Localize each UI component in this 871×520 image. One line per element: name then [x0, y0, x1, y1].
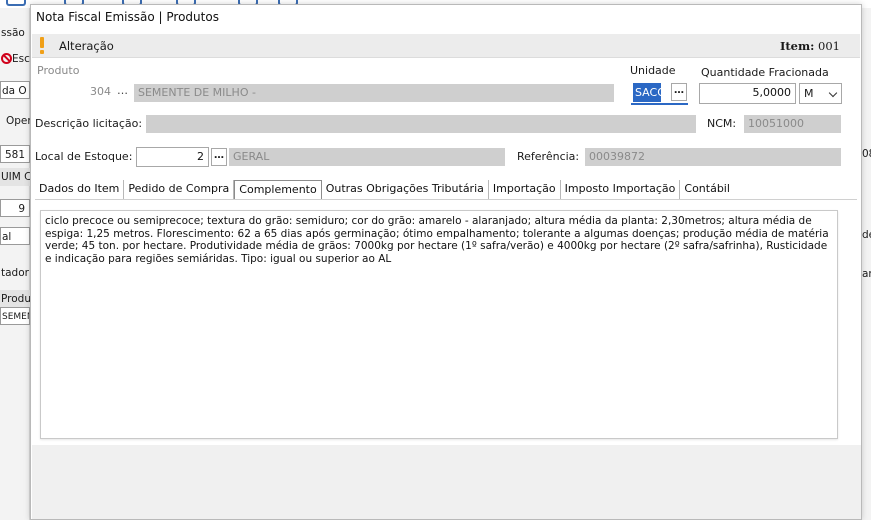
tab-dados-do-item[interactable]: Dados do Item [35, 180, 125, 199]
status-text: Alteração [59, 39, 114, 53]
produto-code: 304 [90, 85, 111, 98]
chevron-down-icon [828, 88, 838, 98]
background-field[interactable]: 9 [0, 199, 30, 217]
unidade-focus-underline [631, 103, 688, 105]
toolbar-icon [6, 0, 26, 6]
unidade-input[interactable]: SACO [633, 83, 666, 102]
background-right-panel [862, 8, 871, 520]
item-indicator: Item: 001 [779, 39, 840, 53]
unidade-lookup-button[interactable]: … [671, 83, 687, 101]
tab-divider [35, 199, 857, 200]
status-bar: Alteração Item: 001 [32, 34, 860, 58]
unidade-label: Unidade [630, 64, 676, 77]
background-field[interactable]: da O [0, 81, 30, 99]
referencia-field: 00039872 [585, 148, 841, 166]
local-estoque-code-input[interactable]: 2 [136, 147, 209, 167]
ncm-field: 10051000 [744, 115, 841, 133]
background-label: 08 [862, 148, 871, 160]
background-label: tador [1, 267, 29, 279]
produto-name-field: SEMENTE DE MILHO - [134, 84, 614, 102]
quantidade-unit-select[interactable]: M [799, 83, 842, 104]
background-label: UIM C [0, 168, 30, 186]
local-estoque-lookup-button[interactable]: … [211, 148, 227, 166]
background-label: Produ [0, 290, 30, 308]
background-field[interactable]: SEMEN [0, 307, 30, 325]
local-estoque-label: Local de Estoque: [35, 150, 133, 163]
dialog-title: Nota Fiscal Emissão | Produtos [36, 10, 219, 24]
tab-bar: Dados do Item Pedido de Compra Complemen… [35, 180, 734, 200]
produto-label: Produto [37, 64, 80, 77]
background-label: ssão [1, 27, 25, 39]
tab-complemento[interactable]: Complemento [234, 180, 322, 200]
descricao-label: Descrição licitação: [35, 117, 143, 130]
background-field[interactable]: al [0, 227, 30, 245]
quantidade-label: Quantidade Fracionada [701, 66, 829, 79]
warning-icon [40, 37, 45, 54]
local-estoque-name-field: GERAL [229, 148, 505, 166]
tab-importacao[interactable]: Importação [489, 180, 561, 199]
descricao-field [146, 115, 696, 133]
referencia-label: Referência: [517, 150, 580, 163]
background-field[interactable]: 581 [0, 145, 30, 163]
produtos-dialog: Nota Fiscal Emissão | Produtos Alteração… [30, 4, 862, 520]
dialog-bottom-area [32, 445, 861, 519]
produto-lookup-button[interactable]: … [117, 84, 128, 97]
ncm-label: NCM: [707, 117, 737, 130]
quantidade-input[interactable]: 5,0000 [699, 83, 796, 104]
complemento-textarea[interactable]: ciclo precoce ou semiprecoce; textura do… [40, 210, 838, 439]
stop-icon [1, 53, 12, 64]
tab-outras-obrigacoes[interactable]: Outras Obrigações Tributária [322, 180, 489, 199]
tab-pedido-de-compra[interactable]: Pedido de Compra [124, 180, 235, 199]
background-label: ar [862, 268, 871, 280]
tab-contabil[interactable]: Contábil [680, 180, 734, 199]
background-label: Esc [12, 53, 30, 65]
background-label: de [862, 229, 871, 241]
background-label: Oper [6, 115, 30, 127]
quantidade-unit-value: M [804, 87, 814, 100]
item-number: 001 [818, 39, 840, 53]
background-escape-button[interactable]: Esc [0, 50, 30, 68]
tab-imposto-importacao[interactable]: Imposto Importação [561, 180, 681, 199]
